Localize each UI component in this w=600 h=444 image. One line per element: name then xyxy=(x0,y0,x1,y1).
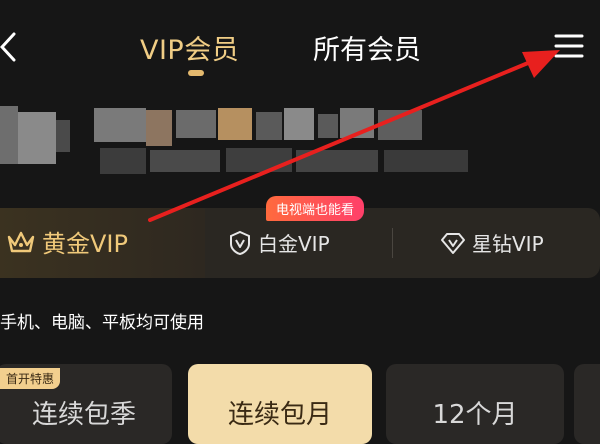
first-purchase-badge: 首开特惠 xyxy=(0,368,61,389)
tv-badge: 电视端也能看 xyxy=(266,196,365,221)
tier-platinum-vip[interactable]: 白金VIP xyxy=(228,228,330,257)
plan-card-monthly[interactable]: 连续包月 xyxy=(188,364,372,444)
shield-v-icon xyxy=(230,230,250,255)
tier-divider xyxy=(392,228,393,258)
plan-card-label: 12个月 xyxy=(432,400,518,430)
device-support-note: 手机、电脑、平板均可使用 xyxy=(0,313,204,333)
plan-card-partial[interactable] xyxy=(574,364,600,444)
tab-vip-membership[interactable]: VIP会员 xyxy=(140,28,239,67)
tier-diamond-vip[interactable]: 星钻VIP xyxy=(440,228,544,257)
diamond-v-icon xyxy=(441,232,465,254)
tier-gold-vip[interactable]: 黄金VIP xyxy=(6,224,128,259)
tier-diamond-label: 星钻VIP xyxy=(472,232,544,256)
plan-card-label: 连续包月 xyxy=(227,400,332,430)
chevron-left-icon[interactable] xyxy=(0,30,16,64)
tab-all-memberships[interactable]: 所有会员 xyxy=(313,28,421,67)
tier-gold-label: 黄金VIP xyxy=(42,230,128,258)
crown-icon xyxy=(7,231,35,252)
plan-card-12-months[interactable]: 12个月 xyxy=(386,364,564,444)
hamburger-menu-icon[interactable] xyxy=(554,32,584,60)
tier-platinum-label: 白金VIP xyxy=(258,232,330,256)
active-tab-indicator xyxy=(188,70,204,76)
blurred-user-info xyxy=(0,100,600,180)
plan-card-label: 连续包季 xyxy=(31,400,136,430)
